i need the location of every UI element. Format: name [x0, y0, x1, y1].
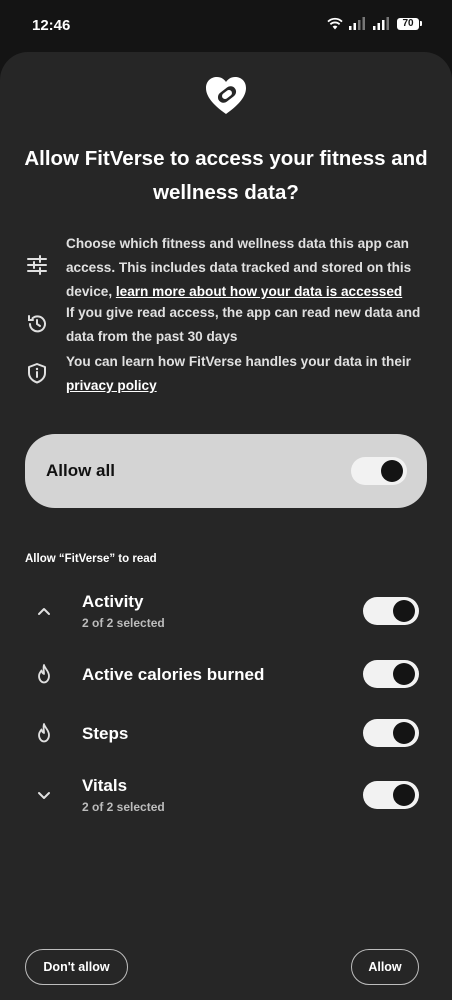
dialog-title: Allow FitVerse to access your fitness an… — [24, 147, 428, 204]
allow-all-card[interactable]: Allow all — [25, 434, 427, 508]
battery-level: 70 — [397, 17, 419, 30]
learn-more-link[interactable]: learn more about how your data is access… — [116, 284, 402, 299]
privacy-policy-link[interactable]: privacy policy — [66, 378, 157, 393]
permission-row-activity[interactable]: Activity 2 of 2 selected — [0, 590, 452, 634]
permission-subtitle: 2 of 2 selected — [82, 800, 165, 814]
active-calories-toggle[interactable] — [363, 660, 419, 688]
allow-button[interactable]: Allow — [351, 949, 419, 985]
chevron-down-icon[interactable] — [33, 784, 55, 806]
permission-title: Steps — [82, 724, 129, 743]
flame-icon — [38, 664, 50, 684]
info-text-data-choice: Choose which fitness and wellness data t… — [66, 232, 434, 304]
history-icon — [28, 315, 46, 333]
toggle-knob — [393, 722, 415, 744]
flame-icon — [38, 723, 50, 743]
wifi-icon — [327, 17, 343, 30]
permission-title: Vitals — [82, 776, 128, 795]
toggle-knob — [393, 663, 415, 685]
sliders-icon — [27, 255, 47, 275]
info-text-privacy: You can learn how FitVerse handles your … — [66, 350, 434, 398]
activity-toggle[interactable] — [363, 597, 419, 625]
battery-icon: 70 — [397, 17, 422, 30]
signal-icon-secondary — [373, 17, 389, 30]
signal-icon — [349, 17, 365, 30]
app-logo-icon — [206, 77, 246, 114]
permission-title: Active calories burned — [82, 665, 265, 684]
steps-toggle[interactable] — [363, 719, 419, 747]
permission-row-steps[interactable]: Steps — [0, 715, 452, 751]
section-label: Allow “FitVerse” to read — [25, 553, 157, 565]
toggle-knob — [381, 460, 403, 482]
permission-title: Activity — [82, 592, 144, 611]
permission-subtitle: 2 of 2 selected — [82, 616, 165, 630]
vitals-toggle[interactable] — [363, 781, 419, 809]
permission-row-active-calories[interactable]: Active calories burned — [0, 656, 452, 692]
toggle-knob — [393, 784, 415, 806]
chevron-up-icon[interactable] — [33, 600, 55, 622]
shield-icon — [28, 363, 46, 384]
permission-row-vitals[interactable]: Vitals 2 of 2 selected — [0, 774, 452, 818]
toggle-knob — [393, 600, 415, 622]
dont-allow-button[interactable]: Don't allow — [25, 949, 128, 985]
status-icons: 70 — [327, 17, 422, 30]
info-text-body: You can learn how FitVerse handles your … — [66, 354, 411, 369]
info-text-read-access: If you give read access, the app can rea… — [66, 305, 421, 344]
allow-all-label: Allow all — [46, 461, 115, 480]
permission-sheet: Allow FitVerse to access your fitness an… — [0, 52, 452, 1000]
status-clock: 12:46 — [32, 17, 71, 34]
allow-all-toggle[interactable] — [351, 457, 407, 485]
status-bar: 12:46 70 — [0, 0, 452, 52]
